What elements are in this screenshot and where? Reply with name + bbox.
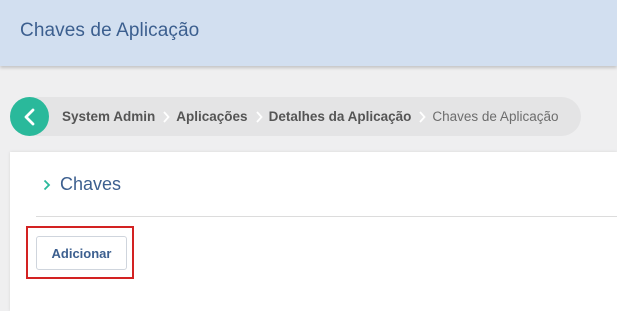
divider bbox=[36, 216, 617, 217]
page: Chaves de Aplicação System Admin Aplicaç… bbox=[0, 0, 617, 311]
chevron-right-icon bbox=[43, 179, 51, 190]
add-button[interactable]: Adicionar bbox=[36, 236, 127, 270]
breadcrumb-items: System Admin Aplicações Detalhes da Apli… bbox=[62, 97, 558, 136]
section-header[interactable]: Chaves bbox=[43, 174, 121, 195]
page-title: Chaves de Aplicação bbox=[20, 20, 200, 41]
breadcrumb-item-detalhes-da-aplicacao[interactable]: Detalhes da Aplicação bbox=[269, 109, 412, 124]
page-header: Chaves de Aplicação bbox=[0, 0, 617, 66]
breadcrumb-item-system-admin[interactable]: System Admin bbox=[62, 109, 155, 124]
breadcrumb: System Admin Aplicações Detalhes da Apli… bbox=[10, 97, 581, 136]
breadcrumb-item-aplicacoes[interactable]: Aplicações bbox=[176, 109, 247, 124]
chevron-right-icon bbox=[162, 110, 170, 123]
back-button[interactable] bbox=[10, 97, 49, 136]
chevron-right-icon bbox=[418, 110, 427, 123]
chevron-right-icon bbox=[255, 110, 263, 123]
chevron-left-icon bbox=[24, 108, 34, 125]
breadcrumb-item-chaves-de-aplicacao: Chaves de Aplicação bbox=[432, 109, 559, 124]
section-title: Chaves bbox=[60, 174, 122, 194]
